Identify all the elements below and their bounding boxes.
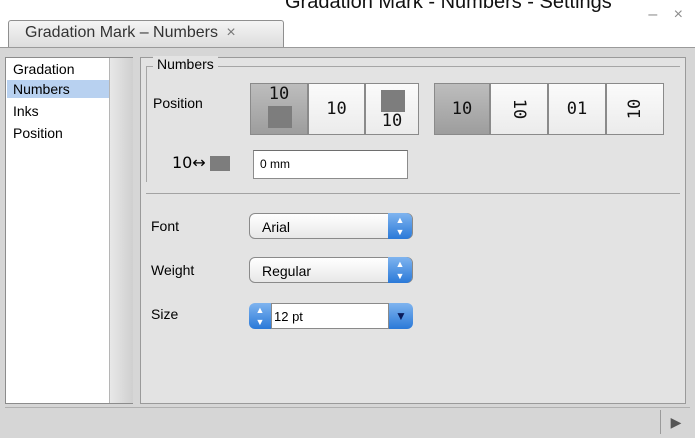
orientation-horizontal-button[interactable]: 10: [434, 83, 490, 135]
orientation-button-label: 01: [566, 99, 588, 119]
number-offset-icon: 10↔: [172, 153, 206, 172]
font-label: Font: [151, 218, 180, 234]
sidebar-item-inks[interactable]: Inks: [7, 102, 113, 120]
position-button-label: 10: [381, 111, 403, 131]
orientation-rotate-90-button[interactable]: 10: [490, 83, 548, 135]
select-arrows-icon: ▲ ▼: [388, 213, 412, 239]
orientation-button-label: 10: [624, 98, 645, 120]
position-number-above-button[interactable]: 10: [250, 83, 308, 135]
sidebar-item-position[interactable]: Position: [7, 124, 113, 142]
size-dropdown-icon[interactable]: ▼: [389, 303, 413, 329]
weight-select[interactable]: Regular ▲ ▼: [249, 257, 413, 283]
orientation-button-label: 10: [451, 99, 473, 119]
size-input[interactable]: 12 pt: [271, 303, 389, 329]
size-label: Size: [151, 306, 179, 322]
orientation-button-label: 10: [508, 98, 529, 120]
mark-square-icon: [210, 156, 230, 171]
position-number-beside-button[interactable]: 10: [308, 83, 365, 135]
select-arrows-icon: ▲ ▼: [388, 257, 412, 283]
sidebar-item-gradation[interactable]: Gradation: [7, 60, 113, 78]
group-border: [146, 66, 680, 67]
play-icon[interactable]: ▶: [660, 410, 691, 434]
sidebar-scrollbar[interactable]: [109, 58, 133, 403]
bottom-bar: [5, 407, 690, 436]
mark-square-icon: [268, 106, 292, 128]
orientation-rotate-270-button[interactable]: 10: [606, 83, 664, 135]
separator: [146, 193, 680, 194]
font-select[interactable]: Arial ▲ ▼: [249, 213, 413, 239]
sidebar-item-numbers[interactable]: Numbers: [7, 80, 113, 98]
tab-close-icon[interactable]: ×: [226, 24, 235, 41]
tab-label: Gradation Mark – Numbers: [25, 24, 218, 41]
window-title: Gradation Mark - Numbers - Settings: [285, 0, 612, 13]
position-number-below-button[interactable]: 10: [365, 83, 419, 135]
font-select-value: Arial: [262, 219, 291, 235]
position-label: Position: [153, 95, 203, 111]
group-border-left: [146, 66, 147, 182]
tab-gradation-mark-numbers[interactable]: Gradation Mark – Numbers ×: [8, 20, 284, 48]
offset-input[interactable]: 0 mm: [253, 150, 408, 179]
position-button-label: 10: [326, 99, 347, 119]
window-controls[interactable]: – ×: [648, 6, 689, 24]
size-stepper[interactable]: ▲ ▼: [249, 303, 271, 329]
weight-label: Weight: [151, 262, 195, 278]
offset-icon-text: 10↔: [172, 153, 206, 172]
orientation-rotate-180-button[interactable]: 01: [548, 83, 606, 135]
weight-select-value: Regular: [262, 263, 312, 279]
size-combobox: ▲ ▼ 12 pt ▼: [249, 303, 413, 329]
numbers-group-title: Numbers: [153, 56, 218, 72]
